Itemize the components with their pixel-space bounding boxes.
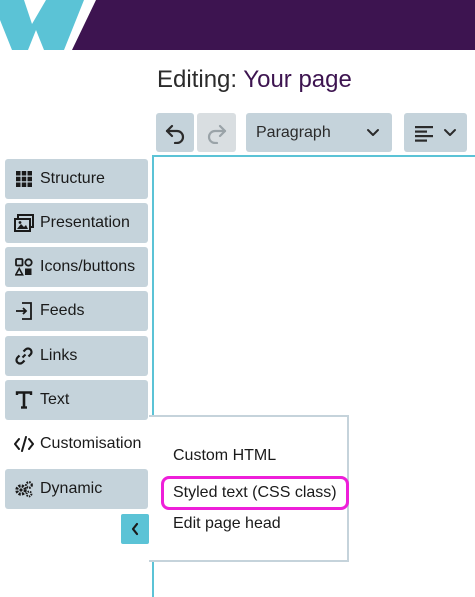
collapse-sidebar-button[interactable] (121, 514, 149, 544)
redo-icon (207, 124, 226, 144)
undo-button[interactable] (156, 113, 194, 152)
chevron-left-icon (131, 522, 139, 536)
import-icon (14, 301, 34, 321)
sidebar-item-presentation[interactable]: Presentation (5, 203, 148, 243)
page-title: Editing: Your page (157, 66, 352, 94)
page-title-prefix: Editing: (157, 66, 238, 93)
menu-item-custom-html[interactable]: Custom HTML (173, 447, 276, 465)
format-select-value: Paragraph (256, 123, 331, 141)
sidebar-item-label: Links (40, 347, 78, 364)
chevron-down-icon (444, 128, 456, 136)
sidebar-item-structure[interactable]: Structure (5, 159, 148, 199)
header-banner (0, 0, 475, 50)
shapes-icon (14, 257, 34, 277)
redo-button[interactable] (197, 113, 236, 152)
align-select[interactable] (404, 113, 467, 152)
sidebar-item-icons-buttons[interactable]: Icons/buttons (5, 247, 148, 287)
chevron-down-icon (367, 128, 379, 136)
menu-item-edit-page-head[interactable]: Edit page head (173, 515, 281, 533)
menu-item-styled-text[interactable]: Styled text (CSS class) (161, 476, 349, 510)
text-icon (14, 390, 34, 410)
sidebar-item-label: Structure (40, 170, 105, 187)
sidebar-item-label: Feeds (40, 302, 85, 319)
align-left-icon (415, 125, 433, 142)
images-icon (14, 213, 34, 233)
sidebar-item-customisation[interactable]: Customisation (5, 424, 155, 464)
sidebar-item-label: Presentation (40, 214, 130, 231)
code-icon (14, 434, 34, 454)
link-icon (14, 346, 34, 366)
brand-logo (0, 0, 475, 50)
sidebar-item-label: Customisation (40, 435, 142, 452)
customisation-submenu: Custom HTML Styled text (CSS class) Edit… (149, 415, 349, 562)
page-title-name: Your page (243, 66, 352, 93)
sidebar-item-label: Icons/buttons (40, 258, 136, 275)
undo-icon (165, 124, 185, 144)
sidebar-item-links[interactable]: Links (5, 336, 148, 376)
sidebar-item-text[interactable]: Text (5, 380, 148, 420)
grid-icon (14, 169, 34, 189)
sidebar-item-dynamic[interactable]: Dynamic (5, 469, 148, 509)
paragraph-format-select[interactable]: Paragraph (246, 113, 392, 152)
gears-icon (14, 479, 34, 499)
sidebar-item-label: Dynamic (40, 480, 103, 497)
sidebar-item-feeds[interactable]: Feeds (5, 291, 148, 331)
sidebar-item-label: Text (40, 391, 70, 408)
